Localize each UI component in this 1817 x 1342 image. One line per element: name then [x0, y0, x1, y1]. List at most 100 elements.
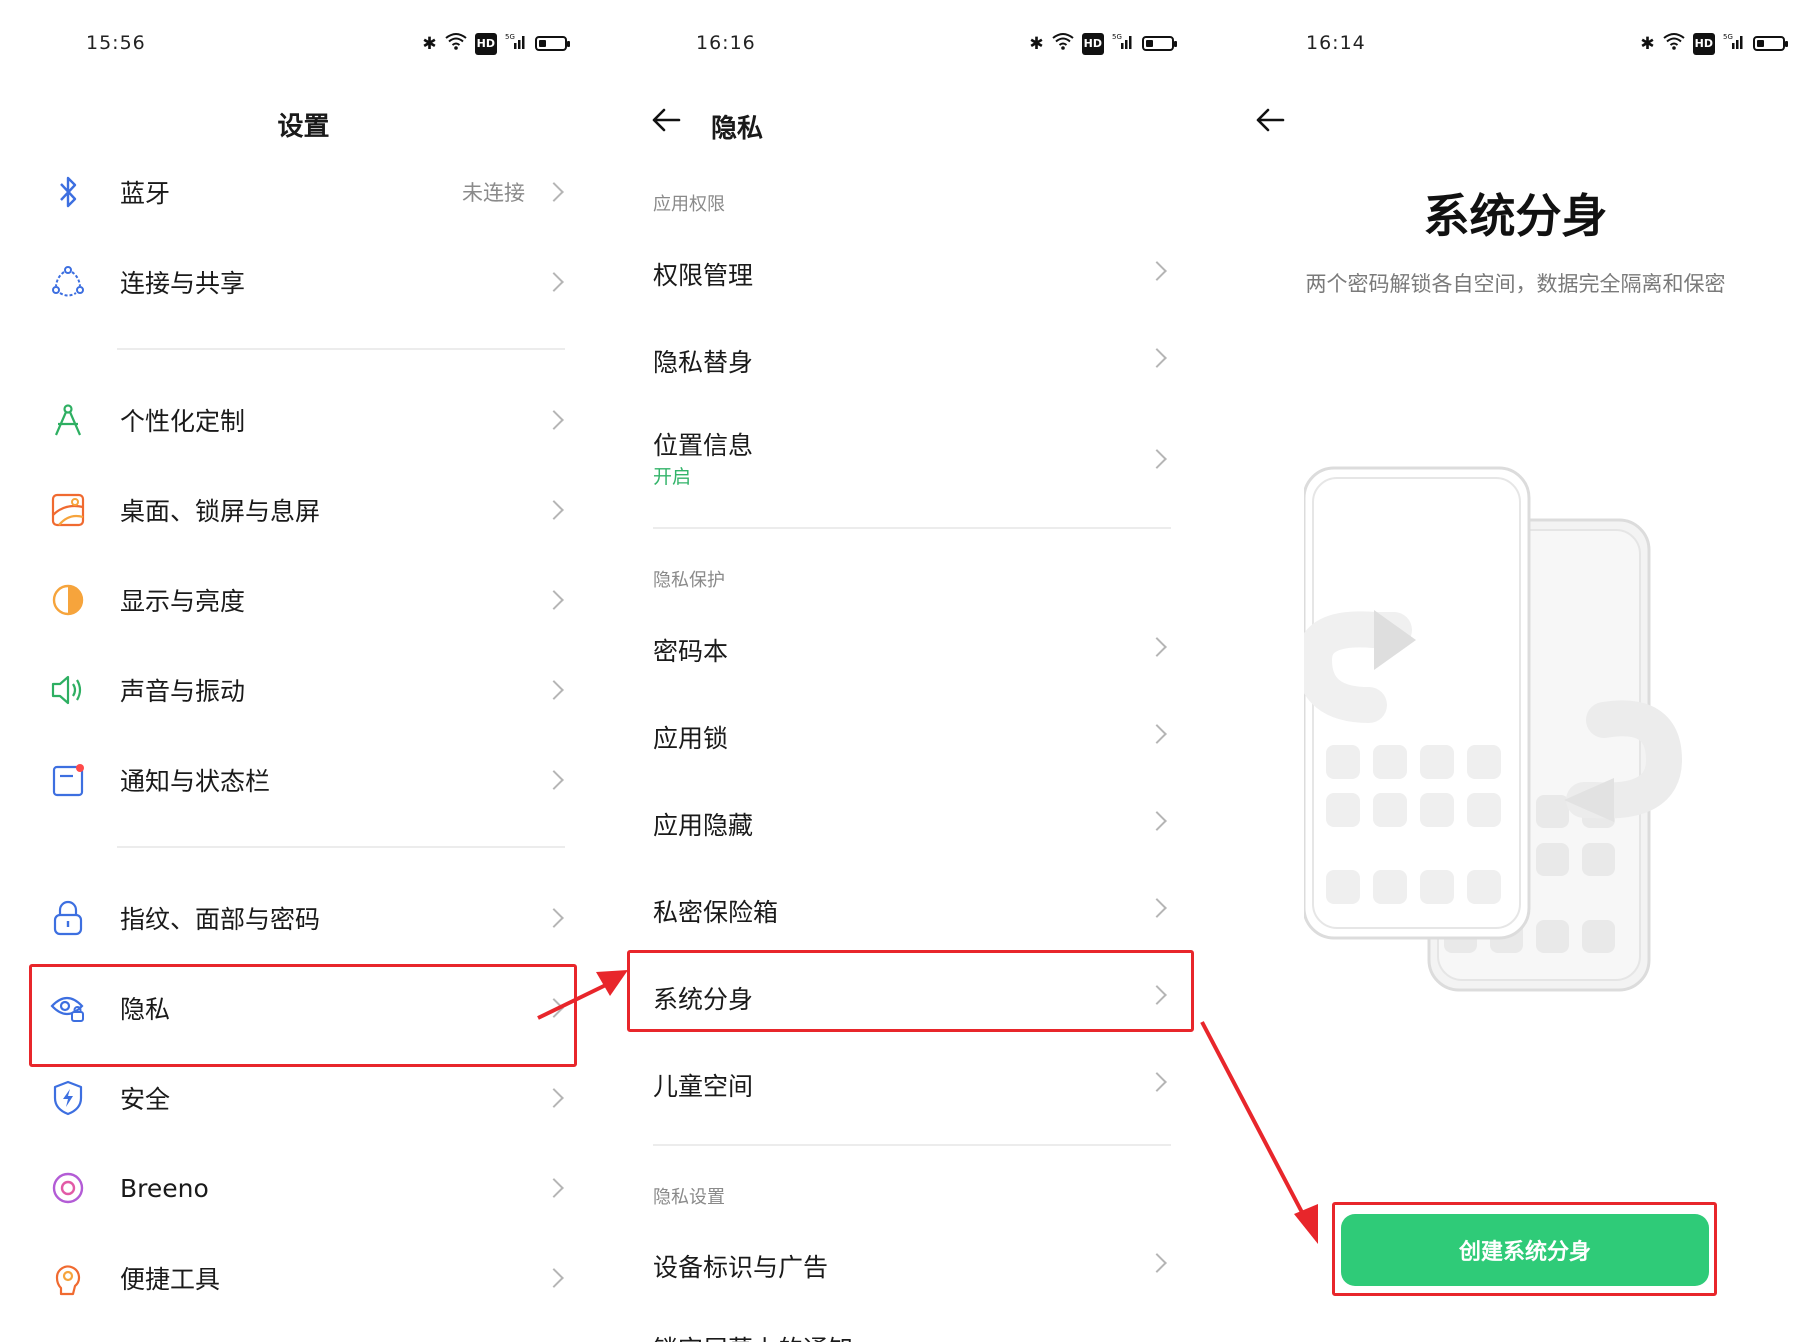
- settings-item-bluetooth[interactable]: 蓝牙 未连接: [0, 162, 607, 222]
- settings-item-fingerprint-face-password[interactable]: 指纹、面部与密码: [0, 888, 607, 948]
- section-header-privacy-protection: 隐私保护: [653, 570, 725, 591]
- status-time: 16:14: [1306, 32, 1366, 54]
- settings-item-wallpaper-lockscreen[interactable]: 桌面、锁屏与息屏: [0, 480, 607, 540]
- chevron-right-icon: [1147, 811, 1167, 831]
- hd-icon: HD: [1692, 32, 1715, 55]
- privacy-item-label: 位置信息: [653, 431, 754, 460]
- brightness-icon: [50, 582, 86, 618]
- svg-text:5G: 5G: [505, 33, 515, 41]
- wallpaper-icon: [50, 492, 86, 528]
- system-clone-screen: 16:14 ✱ HD 5G 系统分身 两个密码解锁各自空间，数据完全隔离和保密: [1214, 0, 1817, 1342]
- chevron-right-icon: [1147, 348, 1167, 368]
- chevron-right-icon: [544, 1178, 564, 1198]
- bluetooth-status-icon: ✱: [1640, 33, 1655, 54]
- lock-icon: [50, 900, 86, 936]
- privacy-item-kids-space[interactable]: 儿童空间: [653, 1053, 1214, 1113]
- chevron-right-icon: [544, 272, 564, 292]
- battery-icon: [1142, 36, 1177, 51]
- privacy-item-label: 隐私替身: [653, 348, 754, 377]
- settings-item-label: 安全: [120, 1085, 171, 1114]
- settings-item-sound-vibration[interactable]: 声音与振动: [0, 660, 607, 720]
- privacy-item-private-safe[interactable]: 私密保险箱: [653, 879, 1214, 939]
- settings-item-connection-sharing[interactable]: 连接与共享: [0, 252, 607, 312]
- chevron-right-icon: [544, 1268, 564, 1288]
- battery-icon: [535, 36, 570, 51]
- chevron-right-icon: [544, 500, 564, 520]
- highlight-box-create-button: [1332, 1202, 1717, 1296]
- section-header-app-permissions: 应用权限: [653, 194, 725, 215]
- signal-5g-icon: 5G: [1112, 32, 1134, 55]
- battery-icon: [1753, 36, 1788, 51]
- share-connect-icon: [50, 264, 86, 300]
- speaker-icon: [50, 672, 86, 708]
- chevron-right-icon: [544, 680, 564, 700]
- privacy-item-lockscreen-notifications[interactable]: 锁定屏幕上的通知: [653, 1316, 1214, 1342]
- divider: [117, 846, 565, 848]
- chevron-right-icon: [544, 908, 564, 928]
- page-title: 设置: [277, 112, 330, 142]
- chevron-right-icon: [544, 590, 564, 610]
- privacy-item-app-lock[interactable]: 应用锁: [653, 705, 1214, 765]
- page-title: 系统分身: [1423, 189, 1608, 243]
- privacy-item-label: 设备标识与广告: [653, 1253, 829, 1282]
- location-status: 开启: [653, 466, 692, 488]
- chevron-right-icon: [1147, 724, 1167, 744]
- chevron-right-icon: [1147, 449, 1167, 469]
- privacy-item-password-book[interactable]: 密码本: [653, 618, 1214, 678]
- settings-item-security[interactable]: 安全: [0, 1068, 607, 1128]
- hd-icon: HD: [474, 32, 497, 55]
- settings-item-label: 通知与状态栏: [120, 767, 271, 796]
- privacy-item-device-id-ads[interactable]: 设备标识与广告: [653, 1234, 1214, 1294]
- status-time: 15:56: [86, 32, 146, 54]
- back-arrow-icon[interactable]: [1255, 106, 1285, 138]
- svg-text:5G: 5G: [1723, 33, 1733, 41]
- divider: [653, 1144, 1171, 1146]
- settings-item-label: 连接与共享: [120, 269, 246, 298]
- settings-item-breeno[interactable]: Breeno: [0, 1158, 607, 1218]
- section-header-privacy-settings: 隐私设置: [653, 1187, 725, 1208]
- highlight-box-privacy: [29, 964, 577, 1067]
- chevron-right-icon: [1147, 1253, 1167, 1273]
- shield-icon: [50, 1080, 86, 1116]
- privacy-item-app-hide[interactable]: 应用隐藏: [653, 792, 1214, 852]
- privacy-item-label: 儿童空间: [653, 1072, 754, 1101]
- privacy-item-label: 锁定屏幕上的通知: [653, 1330, 853, 1342]
- settings-item-label: 蓝牙: [120, 179, 171, 208]
- privacy-item-privacy-substitute[interactable]: 隐私替身: [653, 329, 1214, 389]
- chevron-right-icon: [544, 182, 564, 202]
- settings-item-label: 指纹、面部与密码: [120, 905, 321, 934]
- chevron-right-icon: [544, 770, 564, 790]
- settings-item-label: Breeno: [120, 1173, 209, 1203]
- chevron-right-icon: [1147, 261, 1167, 281]
- signal-5g-icon: 5G: [1723, 32, 1745, 55]
- settings-item-label: 个性化定制: [120, 407, 246, 436]
- settings-item-notification-statusbar[interactable]: 通知与状态栏: [0, 750, 607, 810]
- bluetooth-status-icon: ✱: [422, 33, 437, 54]
- status-bar: 15:56 ✱ HD 5G: [0, 30, 607, 60]
- divider: [117, 348, 565, 350]
- chevron-right-icon: [544, 410, 564, 430]
- privacy-item-label: 应用锁: [653, 724, 729, 753]
- tools-icon: [50, 1260, 86, 1296]
- wifi-icon: [445, 32, 467, 55]
- settings-item-convenience-tools[interactable]: 便捷工具: [0, 1248, 607, 1308]
- settings-item-personalization[interactable]: 个性化定制: [0, 390, 607, 450]
- compass-icon: [50, 402, 86, 438]
- page-title: 隐私: [711, 114, 764, 144]
- hd-icon: HD: [1081, 32, 1104, 55]
- chevron-right-icon: [1147, 898, 1167, 918]
- status-bar: 16:14 ✱ HD 5G: [1214, 30, 1817, 60]
- bluetooth-status-value: 未连接: [462, 181, 525, 205]
- breeno-icon: [50, 1170, 86, 1206]
- back-arrow-icon[interactable]: [651, 106, 681, 138]
- bluetooth-icon: [50, 174, 86, 210]
- privacy-item-location[interactable]: 位置信息 开启: [653, 412, 1214, 488]
- settings-item-display-brightness[interactable]: 显示与亮度: [0, 570, 607, 630]
- signal-5g-icon: 5G: [505, 32, 527, 55]
- wifi-icon: [1663, 32, 1685, 55]
- status-time: 16:16: [696, 32, 756, 54]
- bluetooth-status-icon: ✱: [1029, 33, 1044, 54]
- dual-phone-illustration: [1304, 466, 1683, 992]
- privacy-item-permission-management[interactable]: 权限管理: [653, 242, 1214, 302]
- settings-item-label: 声音与振动: [120, 677, 246, 706]
